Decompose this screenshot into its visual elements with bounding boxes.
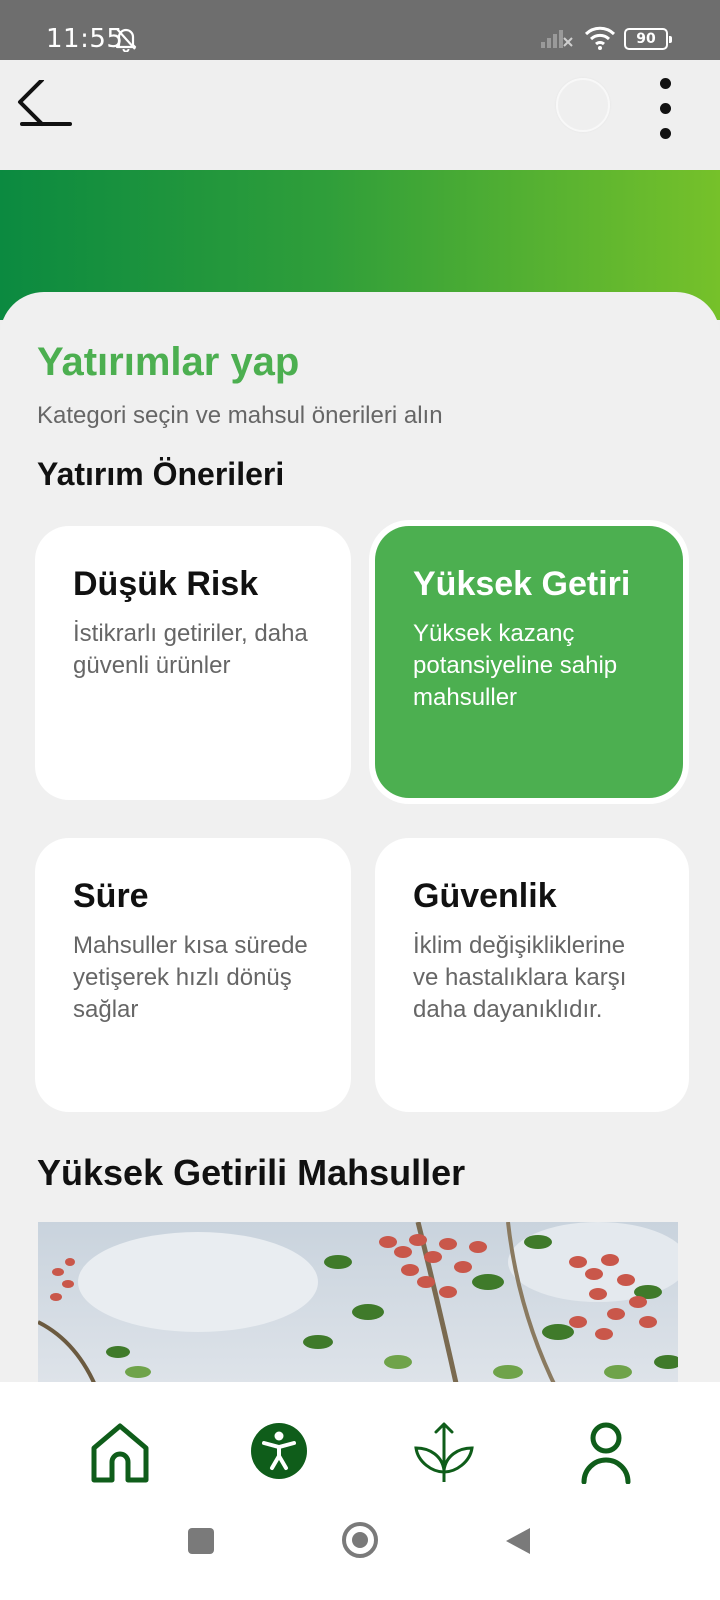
more-options-icon[interactable] [648, 74, 684, 144]
recommendations-title: Yatırım Önerileri [37, 456, 285, 492]
home-system-icon[interactable] [342, 1522, 378, 1558]
crops-title: Yüksek Getirili Mahsuller [37, 1152, 466, 1193]
home-icon[interactable] [88, 1420, 152, 1484]
accessibility-icon[interactable] [250, 1422, 308, 1480]
signal-icon [541, 30, 573, 48]
avatar[interactable] [556, 78, 610, 132]
card-description: İstikrarlı getiriler, daha güvenli ürünl… [73, 620, 308, 679]
crop-image-pistachio[interactable] [38, 1222, 678, 1392]
card-title: Düşük Risk [73, 565, 259, 603]
wifi-icon [584, 26, 616, 50]
card-high-return[interactable]: Yüksek Getiri Yüksek kazanç potansiyelin… [375, 526, 683, 798]
card-title: Süre [73, 877, 149, 915]
page-title: Yatırımlar yap [37, 340, 300, 384]
back-arrow-icon[interactable] [14, 80, 78, 144]
card-low-risk[interactable]: Düşük Risk İstikrarlı getiriler, daha gü… [35, 526, 351, 800]
plant-growth-icon[interactable] [412, 1420, 476, 1484]
status-bar: 11:55 90 [0, 0, 720, 60]
bottom-navigation [0, 1382, 720, 1506]
card-description: Yüksek kazanç potansiyeline sahip mahsul… [413, 620, 618, 711]
back-system-icon[interactable] [504, 1526, 532, 1556]
battery-level: 90 [636, 31, 656, 47]
card-description: İklim değişikliklerine ve hastalıklara k… [413, 932, 627, 1023]
battery-icon: 90 [624, 28, 672, 50]
card-title: Yüksek Getiri [413, 565, 631, 603]
status-time: 11:55 [46, 24, 124, 54]
app-bar [0, 60, 720, 170]
recent-apps-icon[interactable] [188, 1528, 214, 1554]
card-title: Güvenlik [413, 877, 557, 915]
card-description: Mahsuller kısa sürede yetişerek hızlı dö… [73, 932, 308, 1023]
home-system-dot [352, 1532, 368, 1548]
system-navigation [0, 1506, 720, 1600]
card-duration[interactable]: Süre Mahsuller kısa sürede yetişerek hız… [35, 838, 351, 1112]
card-safety[interactable]: Güvenlik İklim değişikliklerine ve hasta… [375, 838, 689, 1112]
person-icon[interactable] [574, 1420, 638, 1484]
muted-bell-icon [115, 28, 137, 52]
page-subtitle: Kategori seçin ve mahsul önerileri alın [37, 402, 443, 429]
